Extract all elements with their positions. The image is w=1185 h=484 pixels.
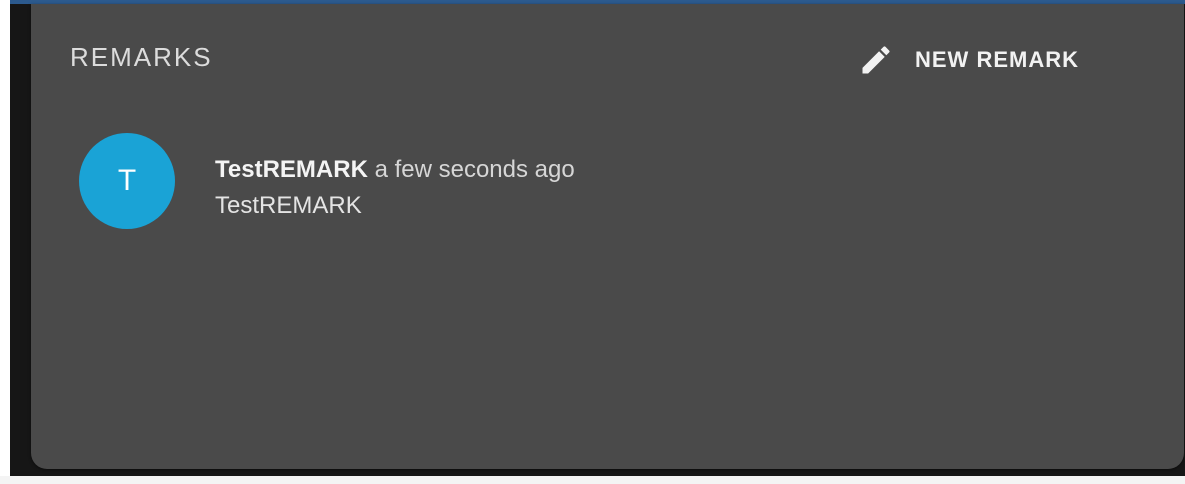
remarks-card: REMARKS NEW REMARK T TestREMARK a few se…	[31, 4, 1184, 469]
remark-author: TestREMARK	[215, 156, 368, 183]
remark-content: TestREMARK a few seconds ago TestREMARK	[215, 152, 575, 224]
remark-text: TestREMARK	[215, 192, 362, 219]
bottom-strip	[0, 476, 1185, 484]
new-remark-button[interactable]: NEW REMARK	[857, 40, 1079, 80]
remark-timestamp: a few seconds ago	[374, 156, 575, 183]
remarks-title: REMARKS	[70, 42, 213, 72]
remark-header: TestREMARK a few seconds ago	[215, 152, 575, 188]
pencil-icon	[857, 41, 895, 79]
avatar: T	[79, 133, 175, 229]
new-remark-label: NEW REMARK	[915, 47, 1079, 72]
remark-item: T TestREMARK a few seconds ago TestREMAR…	[79, 133, 575, 229]
